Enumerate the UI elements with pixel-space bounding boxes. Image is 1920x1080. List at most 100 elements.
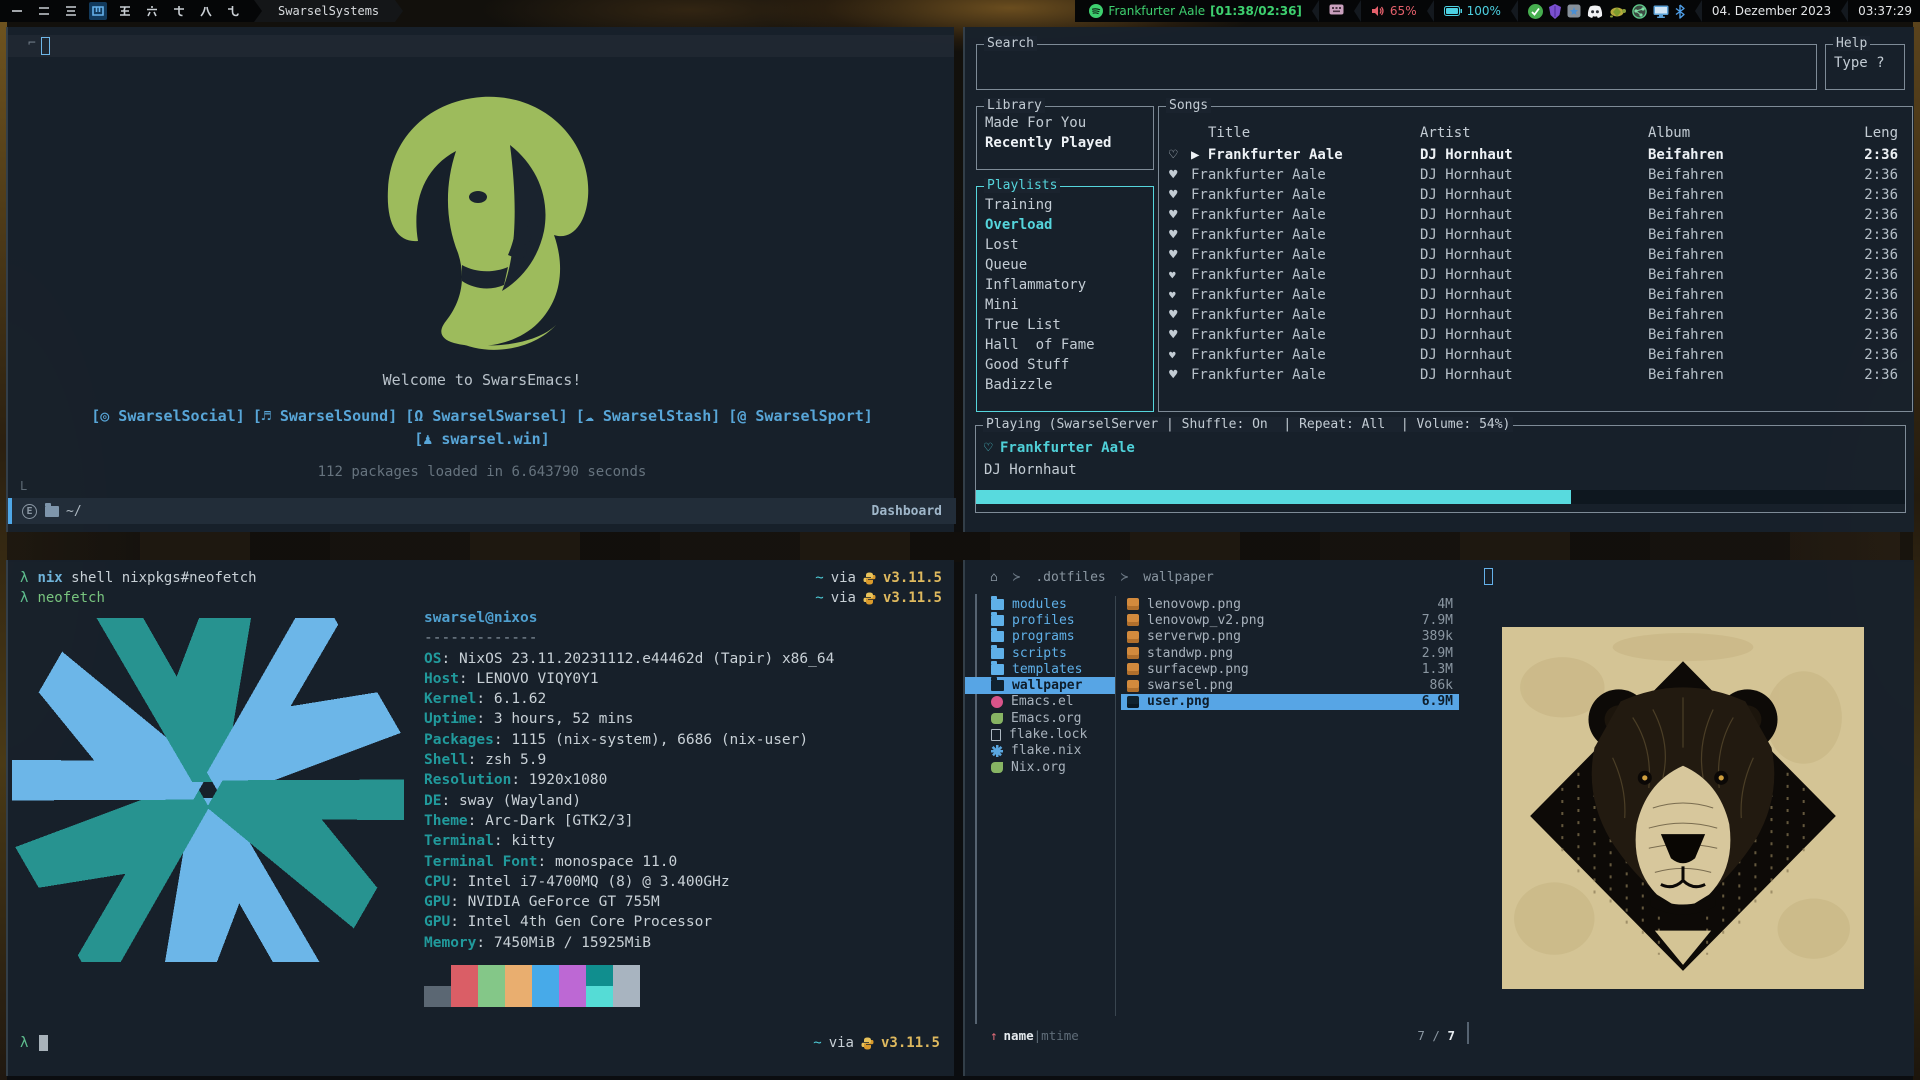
song-row[interactable]: ♥ Frankfurter Aale DJ Hornhaut Beifahren…: [1159, 365, 1912, 385]
playlist-item[interactable]: Hall of Fame: [985, 335, 1095, 355]
song-row[interactable]: ♡ ▶ Frankfurter Aale DJ Hornhaut Beifahr…: [1159, 145, 1912, 165]
favorite-heart-icon[interactable]: ♡: [984, 440, 992, 456]
syncthing-icon[interactable]: [1632, 4, 1647, 19]
breadcrumb[interactable]: ⌂ ≻ .dotfiles ≻ wallpaper: [990, 570, 1214, 585]
breadcrumb-part[interactable]: .dotfiles: [1035, 570, 1105, 585]
favorite-heart-icon[interactable]: ♥: [1169, 205, 1177, 225]
swarsel-logo: [360, 89, 604, 363]
favorite-heart-icon[interactable]: ♥: [1169, 286, 1176, 306]
favorite-heart-icon[interactable]: ♥: [1169, 365, 1177, 385]
playlist-item[interactable]: Queue: [985, 255, 1095, 275]
workspace-icon-7[interactable]: [170, 2, 188, 20]
playlist-item[interactable]: Overload: [985, 215, 1095, 235]
command-name: neofetch: [37, 588, 104, 608]
file-size: 6.9M: [1422, 694, 1453, 709]
dashboard-button[interactable]: [☁ SwarselStash]: [576, 407, 721, 425]
song-row[interactable]: ♥ Frankfurter Aale DJ Hornhaut Beifahren…: [1159, 265, 1912, 285]
battery-module[interactable]: 100%: [1444, 4, 1501, 18]
file-item[interactable]: user.png 6.9M: [1121, 694, 1459, 710]
breadcrumb-part[interactable]: wallpaper: [1143, 570, 1213, 585]
directory-item[interactable]: wallpaper: [965, 677, 1115, 693]
directory-item[interactable]: programs: [965, 629, 1115, 645]
file-item[interactable]: standwp.png 2.9M: [1121, 645, 1459, 661]
workspace-icon-8[interactable]: [197, 2, 215, 20]
dashboard-button[interactable]: [Ω SwarselSwarsel]: [405, 407, 568, 425]
workspace-icon-3[interactable]: [62, 2, 80, 20]
file-item[interactable]: lenovowp_v2.png 7.9M: [1121, 612, 1459, 628]
song-row[interactable]: ♥ Frankfurter Aale DJ Hornhaut Beifahren…: [1159, 185, 1912, 205]
workspace-icon-1[interactable]: [8, 2, 26, 20]
song-row[interactable]: ♥ Frankfurter Aale DJ Hornhaut Beifahren…: [1159, 245, 1912, 265]
favorite-heart-icon[interactable]: ♥: [1169, 266, 1176, 286]
file-item[interactable]: lenovowp.png 4M: [1121, 596, 1459, 612]
palette-swatch: [424, 986, 451, 1007]
bluetooth-icon[interactable]: [1675, 4, 1685, 19]
favorite-heart-icon[interactable]: ♥: [1169, 245, 1177, 265]
directory-item[interactable]: scripts: [965, 645, 1115, 661]
directory-item[interactable]: templates: [965, 661, 1115, 677]
check-icon[interactable]: [1528, 4, 1543, 19]
song-row[interactable]: ♥ Frankfurter Aale DJ Hornhaut Beifahren…: [1159, 225, 1912, 245]
song-row[interactable]: ♥ Frankfurter Aale DJ Hornhaut Beifahren…: [1159, 305, 1912, 325]
sort-primary[interactable]: name: [1004, 1028, 1034, 1043]
file-item[interactable]: swarsel.png 86k: [1121, 677, 1459, 693]
discord-icon[interactable]: [1587, 5, 1603, 18]
song-length: 2:36: [1864, 365, 1898, 385]
library-item[interactable]: Recently Played: [985, 133, 1111, 153]
directory-item[interactable]: flake.nix: [965, 743, 1115, 759]
library-item[interactable]: Made For You: [985, 113, 1111, 133]
file-item[interactable]: serverwp.png 389k: [1121, 629, 1459, 645]
favorite-heart-icon[interactable]: ♥: [1169, 325, 1177, 345]
song-row[interactable]: ♥ Frankfurter Aale DJ Hornhaut Beifahren…: [1159, 165, 1912, 185]
favorite-heart-icon[interactable]: ♥: [1169, 225, 1177, 245]
dashboard-button[interactable]: [◎ SwarselSocial]: [91, 407, 245, 425]
shell-input-line[interactable]: λ: [20, 1035, 48, 1051]
now-playing-module[interactable]: Frankfurter Aale [01:38/02:36]: [1089, 4, 1302, 18]
directory-item[interactable]: Emacs.org: [965, 710, 1115, 726]
song-row[interactable]: ♥ Frankfurter Aale DJ Hornhaut Beifahren…: [1159, 345, 1912, 365]
site-link[interactable]: [♟ swarsel.win]: [8, 430, 956, 448]
dashboard-button[interactable]: [♬ SwarselSound]: [253, 407, 398, 425]
favorite-heart-icon[interactable]: ♥: [1169, 185, 1177, 205]
workspace-icon-6[interactable]: [143, 2, 161, 20]
directory-item[interactable]: profiles: [965, 612, 1115, 628]
tray-star-icon[interactable]: [1567, 4, 1581, 18]
file-item[interactable]: surfacewp.png 1.3M: [1121, 661, 1459, 677]
text-cursor[interactable]: [41, 37, 50, 55]
workspace-icon-5[interactable]: [116, 2, 134, 20]
home-icon[interactable]: ⌂: [990, 570, 998, 585]
shield-icon[interactable]: [1549, 4, 1561, 19]
volume-module[interactable]: 65%: [1371, 4, 1417, 18]
song-row[interactable]: ♥ Frankfurter Aale DJ Hornhaut Beifahren…: [1159, 325, 1912, 345]
workspace-icon-2[interactable]: [35, 2, 53, 20]
progress-bar[interactable]: [976, 490, 1905, 504]
list-position: 7 / 7: [1417, 1028, 1455, 1043]
directory-item[interactable]: modules: [965, 596, 1115, 612]
favorite-heart-icon[interactable]: ♥: [1169, 165, 1177, 185]
directory-item[interactable]: flake.lock: [965, 726, 1115, 742]
turtle-icon[interactable]: [1609, 5, 1626, 18]
favorite-heart-icon[interactable]: ♡: [1169, 145, 1177, 165]
playlist-item[interactable]: Inflammatory: [985, 275, 1095, 295]
song-row[interactable]: ♥ Frankfurter Aale DJ Hornhaut Beifahren…: [1159, 205, 1912, 225]
directory-item[interactable]: Nix.org: [965, 759, 1115, 775]
playlist-item[interactable]: Lost: [985, 235, 1095, 255]
display-icon[interactable]: [1653, 5, 1669, 18]
song-album: Beifahren: [1648, 325, 1724, 345]
playlist-item[interactable]: Training: [985, 195, 1095, 215]
sort-secondary[interactable]: mtime: [1041, 1028, 1079, 1043]
favorite-heart-icon[interactable]: ♥: [1169, 346, 1176, 366]
workspace-icon-4-active[interactable]: [89, 2, 107, 20]
workspace-icon-9[interactable]: [224, 2, 242, 20]
sort-ascending-icon[interactable]: ↑: [990, 1028, 998, 1043]
playlist-item[interactable]: Mini: [985, 295, 1095, 315]
dashboard-button[interactable]: [@ SwarselSport]: [728, 407, 873, 425]
playlist-item[interactable]: Good Stuff: [985, 355, 1095, 375]
favorite-heart-icon[interactable]: ♥: [1169, 305, 1177, 325]
song-row[interactable]: ♥ Frankfurter Aale DJ Hornhaut Beifahren…: [1159, 285, 1912, 305]
keyboard-icon[interactable]: [1329, 4, 1344, 18]
playlist-item[interactable]: True List: [985, 315, 1095, 335]
search-box[interactable]: Search: [976, 44, 1817, 90]
directory-item[interactable]: Emacs.el: [965, 694, 1115, 710]
playlist-item[interactable]: Badizzle: [985, 375, 1095, 395]
